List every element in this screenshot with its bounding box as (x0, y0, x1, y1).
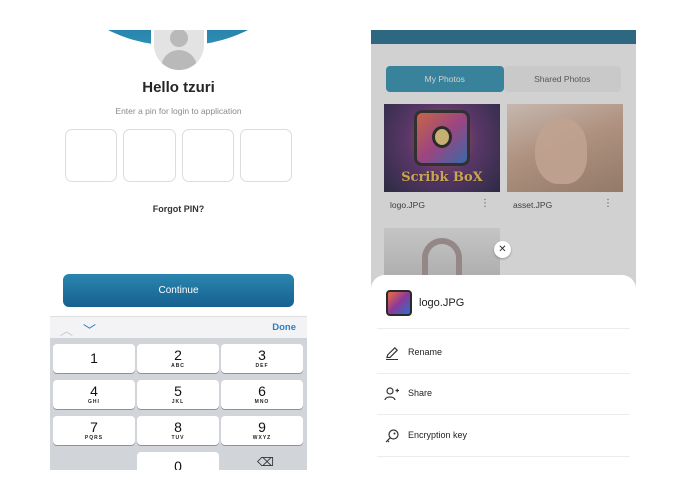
key-letters: JKL (171, 399, 185, 405)
key-number: 4 (90, 383, 98, 399)
chevron-up-icon[interactable]: ︿ (60, 320, 73, 339)
key-number: 1 (90, 350, 98, 366)
key-2[interactable]: 2 ABC (137, 344, 219, 373)
key-letters: GHI (88, 399, 100, 405)
share-option[interactable]: Share (384, 383, 624, 407)
pin-digit-4[interactable] (239, 129, 292, 182)
key-number: 0 (174, 458, 182, 471)
key-number: 9 (258, 419, 266, 435)
divider (377, 373, 630, 374)
key-letters: ABC (171, 363, 185, 369)
pin-login-screen: Hello tzuri Enter a pin for login to app… (50, 30, 307, 470)
greeting-title: Hello tzuri (142, 79, 215, 96)
key-5[interactable]: 5 JKL (137, 380, 219, 409)
key-6[interactable]: 6 MNO (221, 380, 303, 409)
numeric-keypad: 1 2 ABC 3 DEF 4 GHI 5 JKL 6 MNO 7 PQRS 8… (50, 338, 307, 470)
key-letters: DEF (255, 363, 269, 369)
close-icon[interactable]: ✕ (494, 241, 511, 258)
pin-digit-3[interactable] (181, 129, 234, 182)
option-label: Encryption key (408, 430, 468, 440)
key-letters: WXYZ (252, 435, 272, 441)
continue-button[interactable]: Continue (63, 274, 294, 307)
avatar (151, 30, 207, 73)
keyboard-toolbar: ︿ ﹀ Done (50, 316, 307, 338)
encryption-key-option[interactable]: Encryption key (384, 425, 624, 449)
backspace-icon[interactable]: ⌫ (257, 455, 274, 469)
divider (377, 456, 630, 457)
key-number: 8 (174, 419, 182, 435)
key-3[interactable]: 3 DEF (221, 344, 303, 373)
key-number: 7 (90, 419, 98, 435)
key-1[interactable]: 1 (53, 344, 135, 373)
chevron-down-icon[interactable]: ﹀ (83, 320, 96, 339)
file-thumbnail (386, 290, 412, 316)
key-9[interactable]: 9 WXYZ (221, 416, 303, 445)
pin-digit-1[interactable] (65, 129, 118, 182)
bottom-sheet: logo.JPG Rename Share Encryption key (371, 275, 636, 470)
pin-digit-2[interactable] (123, 129, 176, 182)
key-4[interactable]: 4 GHI (53, 380, 135, 409)
key-number: 2 (174, 347, 182, 363)
rename-option[interactable]: Rename (384, 342, 624, 366)
key-number: 6 (258, 383, 266, 399)
photos-screen: My Photos Shared Photos Scribk BoX logo.… (371, 30, 636, 470)
key-number: 5 (174, 383, 182, 399)
add-person-icon (384, 387, 399, 401)
divider (377, 328, 630, 329)
pencil-icon (386, 346, 399, 360)
option-label: Rename (408, 347, 443, 357)
sheet-file-name: logo.JPG (419, 297, 465, 309)
pin-input-row (65, 129, 292, 182)
key-8[interactable]: 8 TUV (137, 416, 219, 445)
avatar-body (161, 50, 197, 70)
forgot-pin-link[interactable]: Forgot PIN? (50, 204, 307, 214)
key-letters: MNO (254, 399, 270, 405)
avatar-head (170, 30, 188, 47)
divider (377, 414, 630, 415)
pin-instructions: Enter a pin for login to application (115, 106, 242, 116)
key-0[interactable]: 0 (137, 452, 219, 470)
option-label: Share (408, 388, 433, 398)
key-letters: PQRS (84, 435, 104, 441)
key-7[interactable]: 7 PQRS (53, 416, 135, 445)
key-icon (385, 429, 399, 443)
key-number: 3 (258, 347, 266, 363)
keyboard-done-button[interactable]: Done (272, 322, 296, 333)
key-letters: TUV (171, 435, 185, 441)
